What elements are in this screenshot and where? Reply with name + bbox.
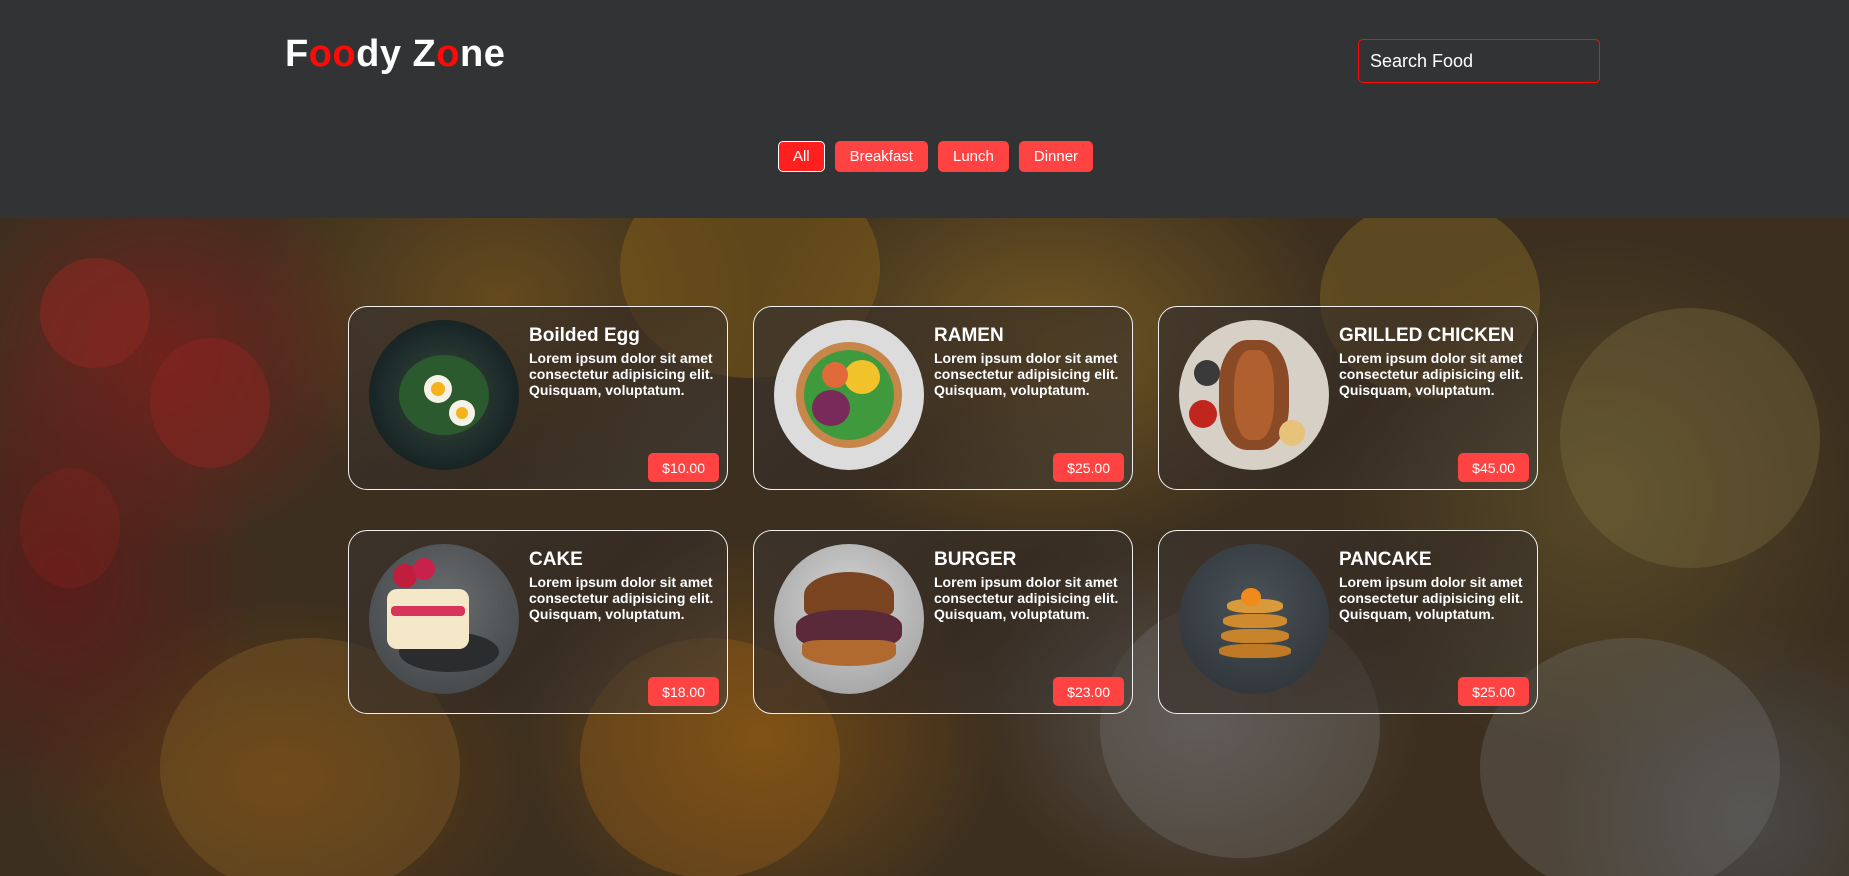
food-card[interactable]: BURGER Lorem ipsum dolor sit amet consec…: [753, 530, 1133, 714]
price-button[interactable]: $25.00: [1458, 677, 1529, 706]
price-button[interactable]: $18.00: [648, 677, 719, 706]
filter-breakfast-button[interactable]: Breakfast: [834, 141, 928, 172]
price-button[interactable]: $23.00: [1053, 677, 1124, 706]
food-title: CAKE: [529, 549, 583, 570]
food-card[interactable]: RAMEN Lorem ipsum dolor sit amet consect…: [753, 306, 1133, 490]
food-card[interactable]: CAKE Lorem ipsum dolor sit amet consecte…: [348, 530, 728, 714]
logo-part-accent: oo: [308, 33, 357, 75]
filter-dinner-button[interactable]: Dinner: [1018, 141, 1094, 172]
food-description: Lorem ipsum dolor sit amet consectetur a…: [934, 574, 1119, 622]
food-title: BURGER: [934, 549, 1017, 570]
food-title: PANCAKE: [1339, 549, 1432, 570]
food-card[interactable]: PANCAKE Lorem ipsum dolor sit amet conse…: [1158, 530, 1538, 714]
food-description: Lorem ipsum dolor sit amet consectetur a…: [529, 574, 714, 622]
food-image-ramen: [774, 320, 924, 470]
food-description: Lorem ipsum dolor sit amet consectetur a…: [1339, 350, 1524, 398]
food-description: Lorem ipsum dolor sit amet consectetur a…: [529, 350, 714, 398]
food-title: GRILLED CHICKEN: [1339, 325, 1515, 346]
food-image-boiled-egg: [369, 320, 519, 470]
logo-part: dy Z: [356, 33, 437, 75]
logo-part-accent: o: [436, 33, 460, 75]
food-image-cake: [369, 544, 519, 694]
food-title: Boilded Egg: [529, 325, 640, 346]
food-image-burger: [774, 544, 924, 694]
filter-bar: All Breakfast Lunch Dinner: [0, 141, 1849, 172]
filter-all-button[interactable]: All: [777, 141, 825, 172]
search-input[interactable]: [1358, 39, 1600, 83]
logo-part: F: [285, 33, 309, 75]
food-card[interactable]: GRILLED CHICKEN Lorem ipsum dolor sit am…: [1158, 306, 1538, 490]
food-background-image: Boilded Egg Lorem ipsum dolor sit amet c…: [0, 218, 1849, 876]
price-button[interactable]: $25.00: [1053, 453, 1124, 482]
food-image-pancake: [1179, 544, 1329, 694]
food-description: Lorem ipsum dolor sit amet consectetur a…: [1339, 574, 1524, 622]
filter-lunch-button[interactable]: Lunch: [937, 141, 1009, 172]
logo-part: ne: [460, 33, 506, 75]
price-button[interactable]: $45.00: [1458, 453, 1529, 482]
food-title: RAMEN: [934, 325, 1004, 346]
logo: Foody Zone: [285, 33, 505, 76]
food-description: Lorem ipsum dolor sit amet consectetur a…: [934, 350, 1119, 398]
top-bar: Foody Zone All Breakfast Lunch Dinner: [0, 0, 1849, 218]
food-card[interactable]: Boilded Egg Lorem ipsum dolor sit amet c…: [348, 306, 728, 490]
food-image-grilled-chicken: [1179, 320, 1329, 470]
price-button[interactable]: $10.00: [648, 453, 719, 482]
